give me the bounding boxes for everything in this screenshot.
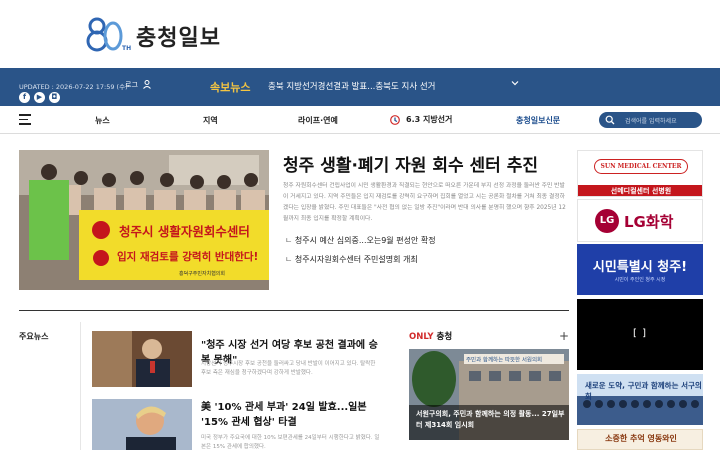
ad-sun-medical[interactable]: SUN MEDICAL CENTER 선메디컬센터 선병원	[577, 150, 703, 197]
hero-headline[interactable]: 청주 생활·폐기 자원 회수 센터 추진	[283, 151, 538, 176]
top-bar: UPDATED : 2026-07-22 17:59 (수) 로그 f ▶ ◘ …	[0, 68, 720, 106]
youtube-icon[interactable]: ▶	[34, 92, 45, 103]
ad-title: 시민특별시 청주!	[592, 260, 688, 275]
column-divider	[80, 322, 81, 450]
sun-medical-logo: SUN MEDICAL CENTER	[594, 159, 688, 174]
ad-subtitle: 시민이 주인인 청주 시정	[614, 277, 666, 283]
ad-cheongju-city[interactable]: 시민특별시 청주! 시민이 주인인 청주 시정	[577, 244, 703, 295]
svg-text:TH: TH	[122, 45, 131, 52]
news-thumbnail[interactable]	[92, 399, 192, 450]
news-thumbnail[interactable]	[92, 331, 192, 387]
related-link[interactable]: 청주시자원회수센터 주민설명회 개최	[285, 254, 436, 265]
site-name: 충청일보	[136, 26, 221, 51]
app-icon[interactable]: ◘	[49, 92, 60, 103]
social-links: f ▶ ◘	[19, 92, 60, 103]
ad-label: LG화학	[624, 213, 674, 231]
protest-photo: 청주시 생활자원회수센터 입지 재검토를 강력히 반대한다! 흥덕구주민자치협의…	[19, 150, 269, 290]
main-nav: 뉴스 지역 라이프·연예 6.3 지방선거 충청일보신문 검색어를 입력하세요	[0, 106, 720, 134]
ad-title: 새로운 도약, 구민과 함께하는 서구의회	[585, 381, 702, 401]
section-divider	[19, 310, 569, 311]
site-logo[interactable]: TH 충청일보	[86, 16, 236, 54]
more-plus-icon[interactable]: +	[559, 329, 569, 343]
related-links: 청주시 예산 심의중...오는9월 편성안 확정 청주시자원회수센터 주민설명회…	[285, 235, 436, 273]
ad-label: 선메디컬센터 선병원	[578, 185, 702, 196]
news-ticker[interactable]: 충북 지방선거경선결과 발표...충북도 지사 선거	[268, 80, 436, 92]
breaking-news-label: 속보뉴스	[210, 81, 251, 94]
svg-text:청주시 생활자원회수센터: 청주시 생활자원회수센터	[119, 224, 250, 239]
updated-timestamp: UPDATED : 2026-07-22 17:59 (수)	[19, 83, 128, 91]
nav-item-life[interactable]: 라이프·연예	[298, 115, 338, 126]
anniversary-80-icon: TH	[86, 17, 131, 52]
hero-summary: 청주 자원회수센터 건립사업이 시민 생활환경과 직결되는 현안으로 떠오른 가…	[283, 183, 566, 222]
chevron-down-icon[interactable]	[510, 78, 520, 88]
nav-item-paper[interactable]: 충청일보신문	[516, 115, 560, 126]
logo-bar: TH 충청일보	[0, 0, 720, 68]
search-input[interactable]: 검색어를 입력하세요	[625, 116, 677, 125]
news-title[interactable]: 美 '10% 관세 부과' 24일 발효...일본 '15% 관세 협상' 타결	[201, 400, 381, 430]
ad-seogu-council[interactable]: 새로운 도약, 구민과 함께하는 서구의회	[577, 374, 703, 425]
search-box[interactable]: 검색어를 입력하세요	[599, 112, 702, 128]
user-icon[interactable]	[143, 80, 151, 89]
facebook-icon[interactable]: f	[19, 92, 30, 103]
nav-item-news[interactable]: 뉴스	[95, 115, 110, 126]
ad-yeongdong-wine[interactable]: 소중한 추억 영동와인	[577, 429, 703, 450]
svg-text:입지 재검토를 강력히 반대한다!: 입지 재검토를 강력히 반대한다!	[117, 250, 258, 263]
nav-item-election[interactable]: 6.3 지방선거	[390, 114, 452, 125]
ad-placeholder: [ ]	[633, 328, 647, 339]
related-link[interactable]: 청주시 예산 심의중...오는9월 편성안 확정	[285, 235, 436, 246]
section-label: 주요뉴스	[19, 332, 49, 341]
ad-video[interactable]: [ ]	[577, 299, 703, 370]
news-desc: 지방선거 청주시장 후보 공천을 둘러싸고 당내 반발이 이어지고 있다. 탈락…	[201, 361, 376, 376]
menu-icon[interactable]	[19, 114, 31, 125]
ad-lg-chem[interactable]: LG LG화학	[577, 199, 703, 242]
election-label: 6.3 지방선거	[406, 115, 453, 124]
election-icon	[390, 114, 400, 125]
news-desc: 미국 정부가 주요국에 대한 10% 보편관세를 24일부터 시행한다고 밝혔다…	[201, 435, 380, 450]
svg-text:흥덕구주민자치협의회: 흥덕구주민자치협의회	[179, 270, 225, 277]
login-link[interactable]: 로그	[125, 80, 138, 90]
only-news-caption[interactable]: 서원구의회, 주민과 함께하는 의정 활동... 27일부터 제314회 임시회	[416, 409, 566, 431]
nav-item-region[interactable]: 지역	[203, 115, 218, 126]
ad-title: 소중한 추억 영동와인	[605, 434, 677, 443]
lg-logo-icon: LG	[595, 209, 619, 233]
svg-text:주민과 함께하는 따뜻한 서원의회: 주민과 함께하는 따뜻한 서원의회	[466, 356, 542, 364]
hero-image[interactable]: 청주시 생활자원회수센터 입지 재검토를 강력히 반대한다! 흥덕구주민자치협의…	[19, 150, 269, 290]
only-section-label: ONLY 충청	[409, 332, 453, 342]
search-icon[interactable]	[605, 115, 615, 125]
